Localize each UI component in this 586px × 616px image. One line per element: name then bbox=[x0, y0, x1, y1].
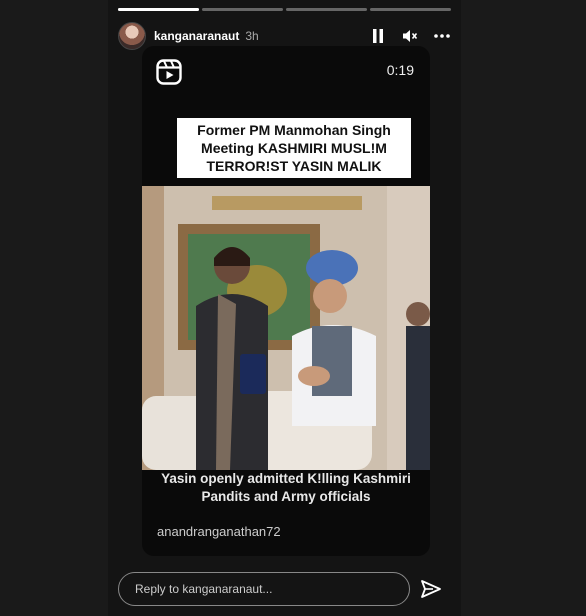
post-time: 3h bbox=[245, 29, 259, 43]
username[interactable]: kanganaranaut bbox=[154, 29, 239, 43]
reply-input[interactable] bbox=[119, 573, 409, 605]
reply-field[interactable] bbox=[118, 572, 410, 606]
avatar[interactable] bbox=[118, 22, 146, 50]
story-viewer: kanganaranaut 3h 0:19 Former PM Manmohan… bbox=[108, 0, 461, 616]
progress-segment bbox=[286, 8, 367, 11]
mute-icon[interactable] bbox=[401, 27, 419, 45]
video-title-overlay: Former PM Manmohan Singh Meeting KASHMIR… bbox=[177, 118, 411, 178]
video-frame bbox=[142, 186, 430, 470]
reel-card[interactable]: 0:19 Former PM Manmohan Singh Meeting KA… bbox=[142, 46, 430, 556]
story-controls bbox=[369, 27, 451, 45]
progress-segment bbox=[370, 8, 451, 11]
video-caption: Yasin openly admitted K!lling Kashmiri P… bbox=[161, 471, 411, 504]
send-icon[interactable] bbox=[420, 578, 442, 600]
more-icon[interactable] bbox=[433, 27, 451, 45]
source-handle[interactable]: anandranganathan72 bbox=[157, 524, 281, 539]
pause-icon[interactable] bbox=[369, 27, 387, 45]
progress-segment bbox=[118, 8, 199, 11]
progress-segment bbox=[202, 8, 283, 11]
reel-icon bbox=[156, 59, 182, 85]
story-progress-bar bbox=[118, 8, 451, 11]
video-duration: 0:19 bbox=[386, 62, 414, 78]
